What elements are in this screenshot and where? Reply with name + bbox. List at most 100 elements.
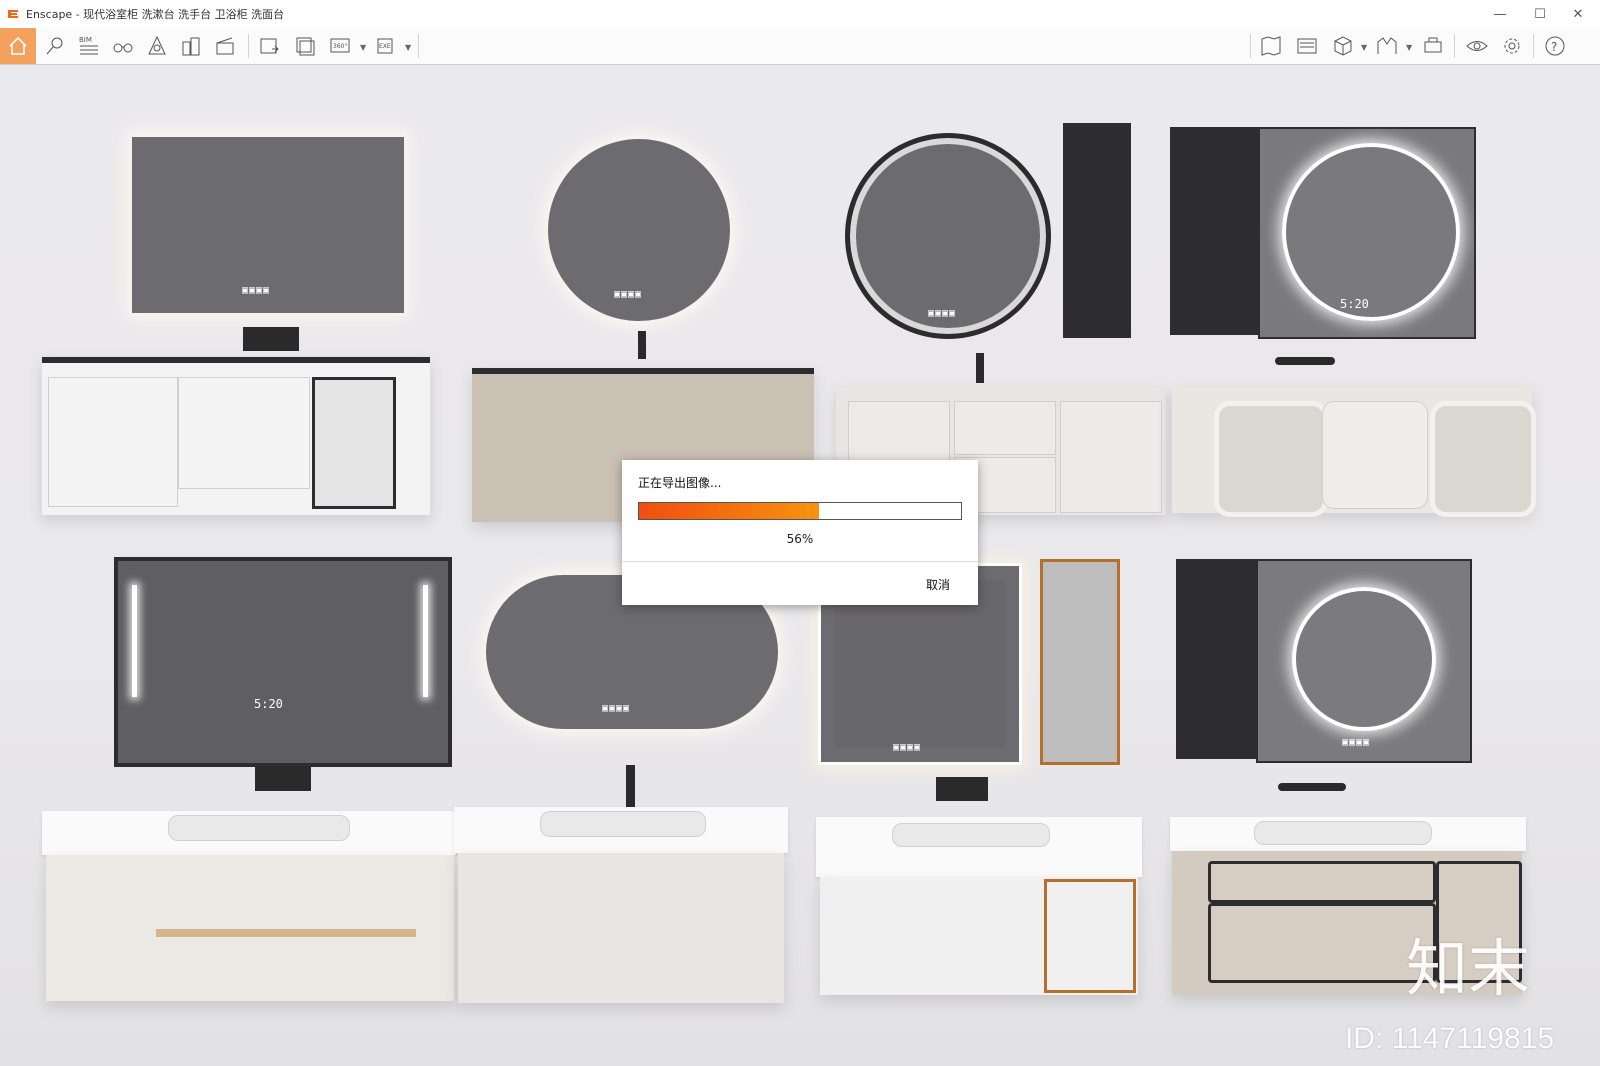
shelf-frame <box>1044 879 1136 993</box>
bim-icon: BIM <box>79 36 98 55</box>
wall-faucet <box>255 767 311 791</box>
home-button[interactable] <box>0 28 36 64</box>
panel-button[interactable] <box>1292 31 1322 61</box>
mirror-display-icons: ▣▣▣▣ <box>893 742 922 753</box>
panorama-360-icon: 360° <box>330 38 350 53</box>
cube-view-button[interactable] <box>1328 31 1358 61</box>
cabinet-glass-door <box>312 377 396 509</box>
svg-text:?: ? <box>1551 40 1557 54</box>
sink-basin <box>892 823 1050 847</box>
cancel-button[interactable]: 取消 <box>926 576 950 593</box>
rect-mirror: ▣▣▣▣ <box>132 137 404 313</box>
maximize-button[interactable]: ☐ <box>1520 0 1560 28</box>
svg-text:BIM: BIM <box>79 36 92 44</box>
round-mirror: ▣▣▣▣ <box>548 139 730 321</box>
export-exe-button[interactable]: EXE <box>372 31 402 61</box>
cabinet-shelf <box>1170 127 1265 335</box>
progress-bar <box>638 502 962 520</box>
visual-settings-button[interactable] <box>142 31 172 61</box>
mirror-display-icons: ▣▣▣▣ <box>602 703 631 714</box>
open-shelf <box>1063 123 1131 338</box>
minimize-button[interactable]: — <box>1480 0 1520 28</box>
title-bar: Enscape - 现代浴室柜 洗漱台 洗手台 卫浴柜 洗面台 — ☐ ✕ <box>0 0 1600 28</box>
asset-library-icon <box>1424 37 1442 53</box>
mirror-display-icons: ▣▣▣▣ <box>242 285 271 296</box>
svg-text:EXE: EXE <box>379 43 391 50</box>
toolbar-separator <box>248 34 249 58</box>
atmosphere-button[interactable] <box>1372 31 1402 61</box>
export-progress-dialog: 正在导出图像... 56% 取消 <box>622 460 978 605</box>
dialog-title: 正在导出图像... <box>638 476 722 490</box>
settings-button[interactable] <box>1497 31 1527 61</box>
close-button[interactable]: ✕ <box>1558 0 1598 28</box>
compass-icon <box>148 35 166 55</box>
asset-library-button[interactable] <box>1418 31 1448 61</box>
export-dropdown-chevron-down-icon[interactable]: ▼ <box>405 43 411 52</box>
cabinet-drawer <box>1208 861 1436 903</box>
toolbar-separator <box>1250 34 1251 58</box>
mirror-clock: 5:20 <box>1340 297 1369 311</box>
mirror-display-icons: ▣▣▣▣ <box>1342 737 1371 748</box>
cabinet-glass-door <box>1430 401 1536 517</box>
wall-faucet <box>1275 357 1335 365</box>
cube-dropdown-chevron-down-icon[interactable]: ▼ <box>1361 43 1367 52</box>
svg-text:360°: 360° <box>333 43 347 50</box>
wall-faucet <box>936 777 988 801</box>
mirror-clock: 5:20 <box>254 697 283 711</box>
panorama-button[interactable]: 360° <box>326 31 356 61</box>
toolbar: BIM 360° ▼ EXE ▼ ▼ ▼ ? <box>0 28 1600 87</box>
led-ring <box>1282 143 1460 321</box>
progress-percent: 56% <box>786 532 814 546</box>
panel-icon <box>1297 38 1317 54</box>
position-button[interactable] <box>40 31 70 61</box>
watermark-logo: 知末 <box>1405 932 1530 1005</box>
progress-bar-fill <box>639 503 820 519</box>
mirror-cabinet: 5:20 <box>114 557 452 767</box>
led-strip <box>423 585 428 697</box>
wall-faucet <box>243 327 299 351</box>
vanity-cabinet <box>42 357 430 515</box>
toolbar-separator <box>1533 34 1534 58</box>
walk-mode-button[interactable] <box>108 31 138 61</box>
cabinet-drawer <box>954 401 1056 455</box>
atmosphere-icon <box>1377 37 1397 54</box>
maximize-icon: ☐ <box>1534 6 1546 22</box>
sink-basin <box>168 815 350 841</box>
sink-basin <box>1254 821 1432 845</box>
wall-faucet <box>1278 783 1346 791</box>
vanity-cabinet <box>46 855 454 1001</box>
minimize-icon: — <box>1493 6 1507 22</box>
visibility-icon <box>1466 41 1488 51</box>
sink-basin <box>540 811 706 837</box>
vanity-cabinet <box>1172 387 1536 517</box>
mirror-display-icons: ▣▣▣▣ <box>614 289 643 300</box>
cabinet-glass-door <box>1214 401 1328 517</box>
export-exe-icon: EXE <box>377 38 393 54</box>
help-button[interactable]: ? <box>1540 31 1570 61</box>
vanity-cabinet <box>458 853 784 1003</box>
dialog-divider <box>622 561 978 562</box>
map-button[interactable] <box>1256 31 1286 61</box>
panorama-dropdown-chevron-down-icon[interactable]: ▼ <box>360 43 366 52</box>
screenshot-button[interactable] <box>254 31 284 61</box>
batch-render-button[interactable] <box>290 31 320 61</box>
drawer-handle <box>156 929 416 937</box>
views-button[interactable] <box>176 31 206 61</box>
mirror-cabinet: ▣▣▣▣ <box>1256 559 1472 763</box>
framed-round-mirror: ▣▣▣▣ <box>845 133 1051 339</box>
atmosphere-dropdown-chevron-down-icon[interactable]: ▼ <box>1406 43 1412 52</box>
enscape-logo-icon <box>8 10 18 18</box>
screenshot-icon <box>260 38 279 54</box>
toolbar-separator <box>1454 34 1455 58</box>
cabinet-door <box>178 377 310 489</box>
batch-render-icon <box>296 37 315 56</box>
visibility-button[interactable] <box>1462 31 1492 61</box>
bim-button[interactable]: BIM <box>74 31 104 61</box>
video-editor-button[interactable] <box>210 31 240 61</box>
cabinet-shelf <box>1176 559 1260 759</box>
glass-shelf <box>1040 559 1120 765</box>
help-icon: ? <box>1545 36 1565 56</box>
binoculars-icon <box>113 43 133 53</box>
cube-view-icon <box>1334 36 1352 56</box>
cabinet-door <box>1060 401 1162 513</box>
